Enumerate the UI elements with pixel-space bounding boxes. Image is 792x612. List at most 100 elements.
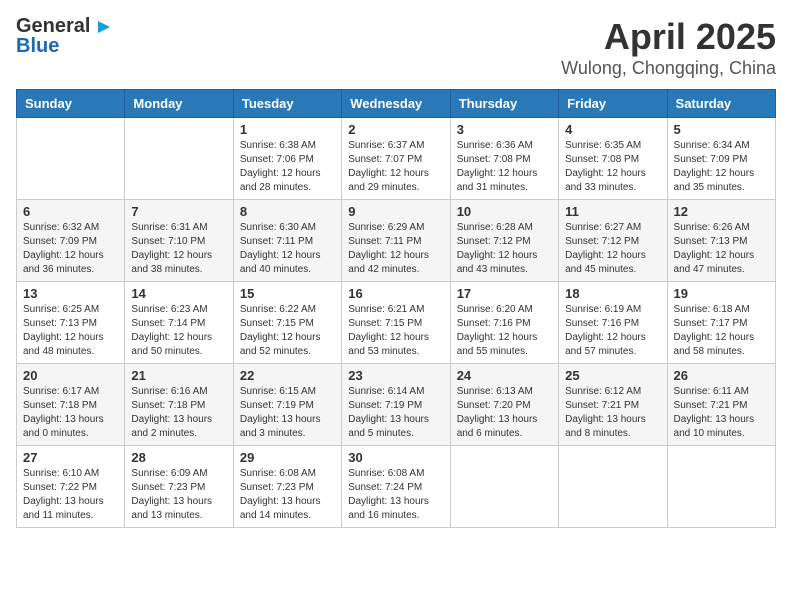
daylight-text: Daylight: 13 hours and 16 minutes. bbox=[348, 495, 443, 523]
day-info: Sunrise: 6:15 AMSunset: 7:19 PMDaylight:… bbox=[240, 385, 335, 441]
calendar-cell: 5Sunrise: 6:34 AMSunset: 7:09 PMDaylight… bbox=[667, 118, 775, 200]
sunrise-text: Sunrise: 6:13 AM bbox=[457, 385, 552, 399]
daylight-text: Daylight: 12 hours and 47 minutes. bbox=[674, 249, 769, 277]
day-number: 11 bbox=[565, 204, 660, 219]
day-info: Sunrise: 6:08 AMSunset: 7:24 PMDaylight:… bbox=[348, 467, 443, 523]
day-info: Sunrise: 6:19 AMSunset: 7:16 PMDaylight:… bbox=[565, 303, 660, 359]
day-info: Sunrise: 6:16 AMSunset: 7:18 PMDaylight:… bbox=[131, 385, 226, 441]
title-block: April 2025 Wulong, Chongqing, China bbox=[561, 16, 776, 79]
day-number: 25 bbox=[565, 368, 660, 383]
daylight-text: Daylight: 13 hours and 14 minutes. bbox=[240, 495, 335, 523]
daylight-text: Daylight: 13 hours and 8 minutes. bbox=[565, 413, 660, 441]
sunrise-text: Sunrise: 6:36 AM bbox=[457, 139, 552, 153]
daylight-text: Daylight: 13 hours and 10 minutes. bbox=[674, 413, 769, 441]
calendar-week-row: 1Sunrise: 6:38 AMSunset: 7:06 PMDaylight… bbox=[17, 118, 776, 200]
sunrise-text: Sunrise: 6:21 AM bbox=[348, 303, 443, 317]
sunset-text: Sunset: 7:12 PM bbox=[565, 235, 660, 249]
daylight-text: Daylight: 12 hours and 43 minutes. bbox=[457, 249, 552, 277]
day-number: 4 bbox=[565, 122, 660, 137]
calendar-cell: 27Sunrise: 6:10 AMSunset: 7:22 PMDayligh… bbox=[17, 446, 125, 528]
day-number: 18 bbox=[565, 286, 660, 301]
day-number: 7 bbox=[131, 204, 226, 219]
sunrise-text: Sunrise: 6:35 AM bbox=[565, 139, 660, 153]
sunset-text: Sunset: 7:21 PM bbox=[674, 399, 769, 413]
sunset-text: Sunset: 7:16 PM bbox=[565, 317, 660, 331]
sunset-text: Sunset: 7:07 PM bbox=[348, 153, 443, 167]
day-header-thursday: Thursday bbox=[450, 90, 558, 118]
day-header-wednesday: Wednesday bbox=[342, 90, 450, 118]
day-info: Sunrise: 6:20 AMSunset: 7:16 PMDaylight:… bbox=[457, 303, 552, 359]
sunset-text: Sunset: 7:23 PM bbox=[240, 481, 335, 495]
day-info: Sunrise: 6:08 AMSunset: 7:23 PMDaylight:… bbox=[240, 467, 335, 523]
day-number: 14 bbox=[131, 286, 226, 301]
sunrise-text: Sunrise: 6:32 AM bbox=[23, 221, 118, 235]
day-header-friday: Friday bbox=[559, 90, 667, 118]
calendar-cell: 11Sunrise: 6:27 AMSunset: 7:12 PMDayligh… bbox=[559, 200, 667, 282]
sunrise-text: Sunrise: 6:16 AM bbox=[131, 385, 226, 399]
calendar-cell: 24 Sunrise: 6:13 AMSunset: 7:20 PMDayligh… bbox=[450, 364, 558, 446]
sunrise-text: Sunrise: 6:37 AM bbox=[348, 139, 443, 153]
day-number: 13 bbox=[23, 286, 118, 301]
day-number: 21 bbox=[131, 368, 226, 383]
calendar-cell: 1Sunrise: 6:38 AMSunset: 7:06 PMDaylight… bbox=[233, 118, 341, 200]
daylight-text: Daylight: 12 hours and 53 minutes. bbox=[348, 331, 443, 359]
day-number: 23 bbox=[348, 368, 443, 383]
page-title: April 2025 bbox=[561, 16, 776, 58]
day-number: 5 bbox=[674, 122, 769, 137]
day-number: 27 bbox=[23, 450, 118, 465]
sunset-text: Sunset: 7:19 PM bbox=[348, 399, 443, 413]
day-header-tuesday: Tuesday bbox=[233, 90, 341, 118]
sunset-text: Sunset: 7:08 PM bbox=[565, 153, 660, 167]
day-info: Sunrise: 6:22 AMSunset: 7:15 PMDaylight:… bbox=[240, 303, 335, 359]
sunrise-text: Sunrise: 6:34 AM bbox=[674, 139, 769, 153]
daylight-text: Daylight: 13 hours and 11 minutes. bbox=[23, 495, 118, 523]
day-number: 24 bbox=[457, 368, 552, 383]
day-number: 30 bbox=[348, 450, 443, 465]
sunrise-text: Sunrise: 6:28 AM bbox=[457, 221, 552, 235]
day-number: 22 bbox=[240, 368, 335, 383]
calendar-cell: 8Sunrise: 6:30 AMSunset: 7:11 PMDaylight… bbox=[233, 200, 341, 282]
sunset-text: Sunset: 7:16 PM bbox=[457, 317, 552, 331]
calendar-cell bbox=[17, 118, 125, 200]
calendar-cell: 10Sunrise: 6:28 AMSunset: 7:12 PMDayligh… bbox=[450, 200, 558, 282]
sunset-text: Sunset: 7:15 PM bbox=[240, 317, 335, 331]
day-number: 19 bbox=[674, 286, 769, 301]
calendar-cell: 23Sunrise: 6:14 AMSunset: 7:19 PMDayligh… bbox=[342, 364, 450, 446]
daylight-text: Daylight: 13 hours and 13 minutes. bbox=[131, 495, 226, 523]
calendar-cell: 19Sunrise: 6:18 AMSunset: 7:17 PMDayligh… bbox=[667, 282, 775, 364]
sunset-text: Sunset: 7:13 PM bbox=[23, 317, 118, 331]
sunset-text: Sunset: 7:18 PM bbox=[131, 399, 226, 413]
sunset-text: Sunset: 7:18 PM bbox=[23, 399, 118, 413]
day-number: 12 bbox=[674, 204, 769, 219]
sunrise-text: Sunrise: 6:27 AM bbox=[565, 221, 660, 235]
day-number: 8 bbox=[240, 204, 335, 219]
day-header-sunday: Sunday bbox=[17, 90, 125, 118]
calendar-week-row: 20Sunrise: 6:17 AMSunset: 7:18 PMDayligh… bbox=[17, 364, 776, 446]
sunset-text: Sunset: 7:22 PM bbox=[23, 481, 118, 495]
sunrise-text: Sunrise: 6:14 AM bbox=[348, 385, 443, 399]
day-info: Sunrise: 6:26 AMSunset: 7:13 PMDaylight:… bbox=[674, 221, 769, 277]
day-info: Sunrise: 6:13 AMSunset: 7:20 PMDaylight:… bbox=[457, 385, 552, 441]
day-info: Sunrise: 6:17 AMSunset: 7:18 PMDaylight:… bbox=[23, 385, 118, 441]
daylight-text: Daylight: 12 hours and 31 minutes. bbox=[457, 167, 552, 195]
day-info: Sunrise: 6:31 AMSunset: 7:10 PMDaylight:… bbox=[131, 221, 226, 277]
sunset-text: Sunset: 7:20 PM bbox=[457, 399, 552, 413]
sunrise-text: Sunrise: 6:20 AM bbox=[457, 303, 552, 317]
day-number: 28 bbox=[131, 450, 226, 465]
sunrise-text: Sunrise: 6:19 AM bbox=[565, 303, 660, 317]
sunrise-text: Sunrise: 6:18 AM bbox=[674, 303, 769, 317]
calendar-week-row: 13Sunrise: 6:25 AMSunset: 7:13 PMDayligh… bbox=[17, 282, 776, 364]
sunset-text: Sunset: 7:21 PM bbox=[565, 399, 660, 413]
day-info: Sunrise: 6:21 AMSunset: 7:15 PMDaylight:… bbox=[348, 303, 443, 359]
calendar-header-row: SundayMondayTuesdayWednesdayThursdayFrid… bbox=[17, 90, 776, 118]
daylight-text: Daylight: 12 hours and 40 minutes. bbox=[240, 249, 335, 277]
calendar-cell: 18 Sunrise: 6:19 AMSunset: 7:16 PMDayligh… bbox=[559, 282, 667, 364]
logo-arrow-icon bbox=[96, 19, 112, 35]
day-number: 16 bbox=[348, 286, 443, 301]
sunrise-text: Sunrise: 6:31 AM bbox=[131, 221, 226, 235]
page-header: General Blue April 2025 Wulong, Chongqin… bbox=[16, 16, 776, 79]
daylight-text: Daylight: 12 hours and 52 minutes. bbox=[240, 331, 335, 359]
daylight-text: Daylight: 12 hours and 28 minutes. bbox=[240, 167, 335, 195]
sunrise-text: Sunrise: 6:15 AM bbox=[240, 385, 335, 399]
daylight-text: Daylight: 13 hours and 6 minutes. bbox=[457, 413, 552, 441]
